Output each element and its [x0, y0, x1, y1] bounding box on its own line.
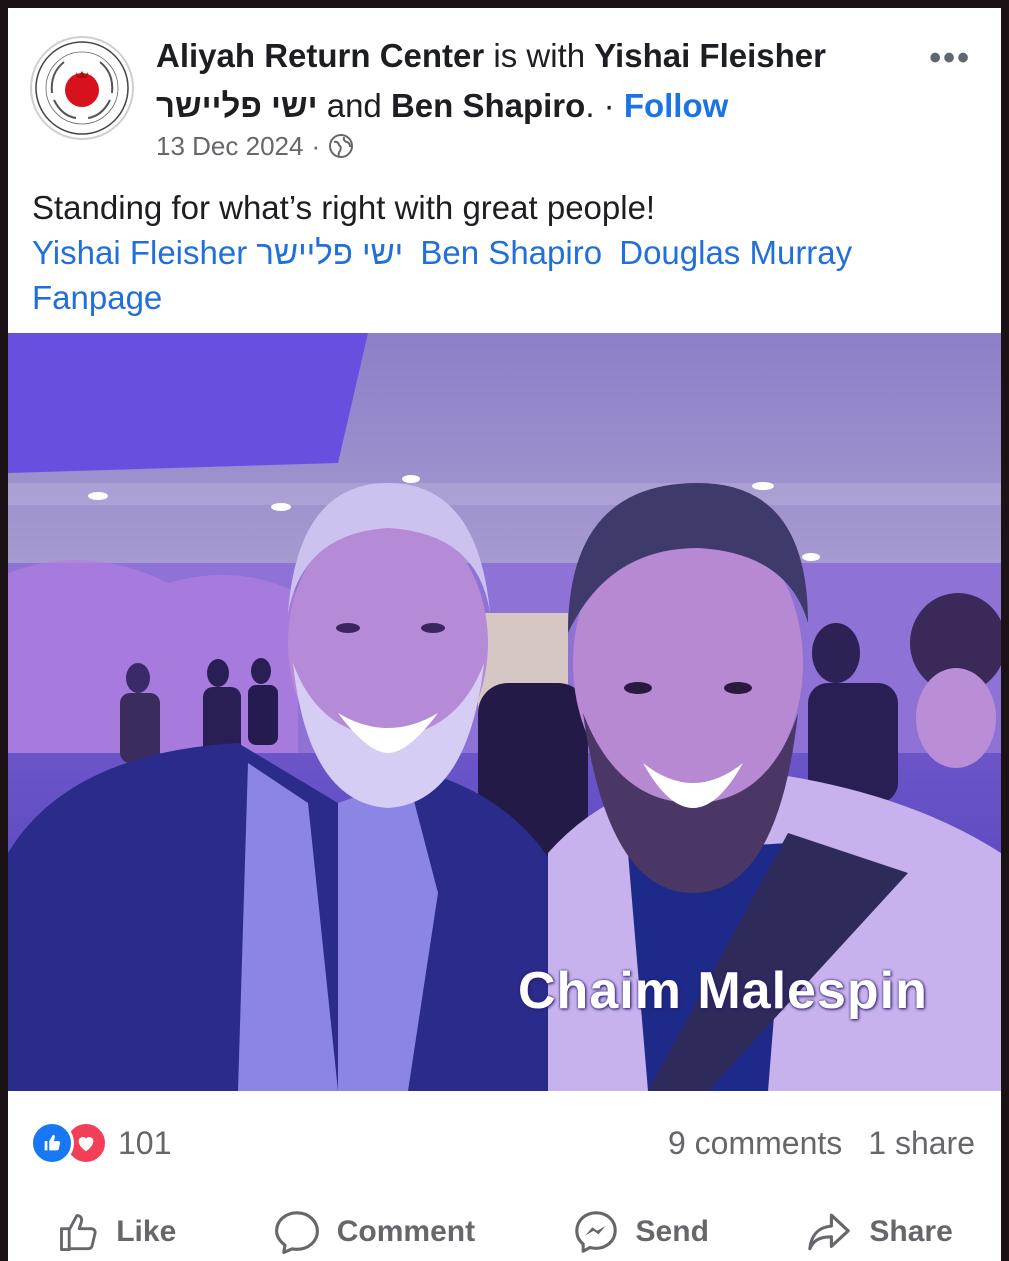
- messenger-icon: [574, 1211, 617, 1253]
- like-reaction-icon: [30, 1121, 74, 1165]
- share-label: Share: [869, 1215, 953, 1248]
- photo-watermark: Chaim Malespin: [518, 962, 928, 1020]
- like-button[interactable]: Like: [56, 1210, 176, 1254]
- post-actions: Like Comment Send Share: [8, 1203, 1001, 1261]
- and-text: and: [317, 87, 391, 124]
- thumbs-up-icon: [60, 1214, 97, 1252]
- comment-button[interactable]: Comment: [273, 1208, 475, 1256]
- send-button[interactable]: Send: [572, 1208, 709, 1256]
- tag-link[interactable]: Ben Shapiro: [420, 234, 602, 271]
- post-date[interactable]: 13 Dec 2024: [156, 130, 303, 162]
- share-arrow-icon: [808, 1213, 851, 1251]
- post-tags: Yishai Fleisher ישי פליישר Ben Shapiro D…: [32, 230, 962, 320]
- tag-link[interactable]: Yishai Fleisher ישי פליישר: [32, 234, 403, 271]
- tagged-person-1-link[interactable]: Yishai Fleisher: [594, 37, 826, 74]
- share-button[interactable]: Share: [805, 1208, 953, 1256]
- globe-icon: [328, 133, 354, 159]
- separator-dot: ·: [594, 87, 624, 124]
- post-header-line-1: Aliyah Return Center is with Yishai Flei…: [156, 36, 916, 76]
- comment-bubble-icon: [274, 1211, 319, 1254]
- post-meta: 13 Dec 2024 ·: [156, 130, 354, 162]
- date-separator: ·: [311, 131, 321, 161]
- aliyah-return-center-logo: [35, 41, 129, 135]
- reaction-count: 101: [118, 1124, 172, 1161]
- post-text: Standing for what’s right with great peo…: [32, 189, 656, 226]
- comment-label: Comment: [336, 1215, 476, 1248]
- post-card: Aliyah Return Center is with Yishai Flei…: [8, 8, 1001, 1261]
- shares-count-link[interactable]: 1 share: [868, 1121, 975, 1165]
- follow-button[interactable]: Follow: [624, 87, 728, 124]
- engagement-stats: 9 comments 1 share: [668, 1121, 975, 1165]
- more-options-icon[interactable]: •••: [929, 38, 971, 78]
- page-avatar[interactable]: [30, 36, 134, 140]
- send-label: Send: [635, 1215, 709, 1248]
- tagged-person-1-hebrew[interactable]: ישי פליישר: [156, 87, 318, 124]
- page-name-link[interactable]: Aliyah Return Center: [156, 37, 484, 74]
- post-header-line-2: ישי פליישר and Ben Shapiro. · Follow: [156, 86, 916, 126]
- tagged-person-2-link[interactable]: Ben Shapiro: [391, 87, 585, 124]
- like-label: Like: [116, 1215, 177, 1248]
- with-text: is with: [484, 37, 595, 74]
- comments-count-link[interactable]: 9 comments: [668, 1121, 842, 1165]
- reactions-summary[interactable]: 101: [30, 1121, 171, 1165]
- post-photo[interactable]: Chaim Malespin: [8, 333, 1001, 1091]
